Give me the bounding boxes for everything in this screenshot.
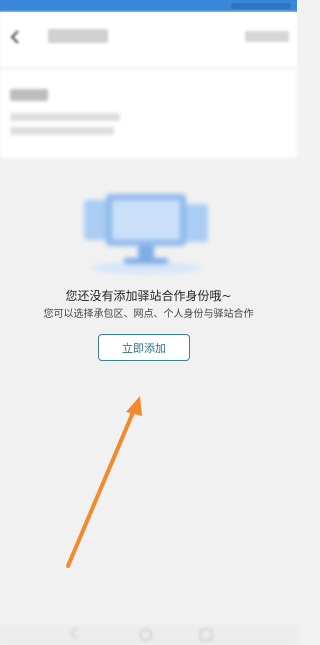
back-arrow-icon[interactable] xyxy=(8,28,22,46)
computer-empty-illustration xyxy=(84,194,208,274)
system-nav-bar xyxy=(0,625,297,645)
station-detail-line xyxy=(10,127,114,135)
status-bar xyxy=(0,0,297,12)
header-action[interactable] xyxy=(245,31,289,42)
nav-home-icon[interactable] xyxy=(140,629,152,641)
nav-back-icon[interactable] xyxy=(70,627,83,640)
station-detail-line xyxy=(10,113,120,121)
page-title xyxy=(48,29,108,43)
nav-recent-icon[interactable] xyxy=(200,629,212,641)
status-indicators xyxy=(231,3,291,9)
add-now-button[interactable]: 立即添加 xyxy=(98,334,190,361)
station-info-card xyxy=(0,68,297,158)
empty-state-title: 您还没有添加驿站合作身份哦~ xyxy=(65,289,232,303)
app-header xyxy=(0,12,297,68)
empty-state-subtitle: 您可以选择承包区、网点、个人身份与驿站合作 xyxy=(43,309,254,320)
station-name xyxy=(10,89,48,101)
